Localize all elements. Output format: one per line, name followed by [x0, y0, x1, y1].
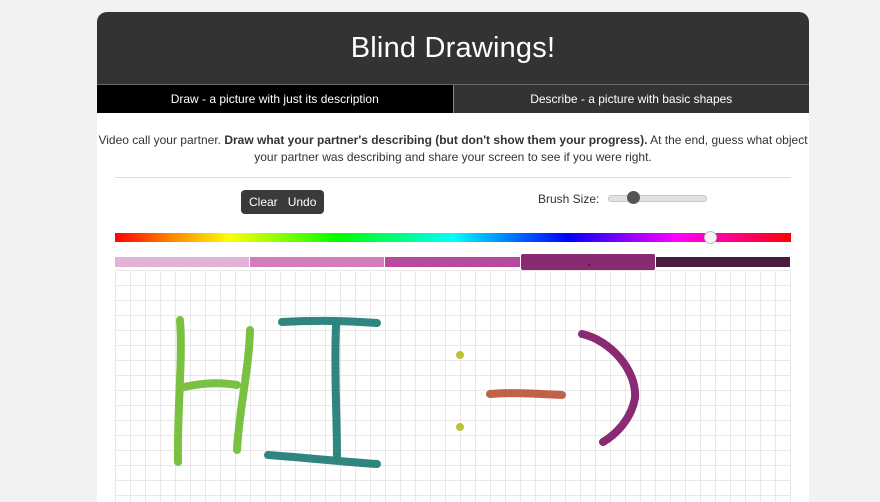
- mode-tabs: Draw - a picture with just its descripti…: [97, 84, 809, 113]
- shade-picker: [115, 254, 792, 270]
- tab-describe[interactable]: Describe - a picture with basic shapes: [452, 85, 809, 113]
- divider: [115, 177, 791, 178]
- canvas-actions: Clear Undo: [241, 190, 325, 214]
- shade-swatch[interactable]: [655, 257, 792, 267]
- undo-button[interactable]: Undo: [283, 190, 322, 214]
- instructions-part-3: At the end, guess what object: [647, 133, 808, 147]
- brush-size-slider[interactable]: [608, 191, 707, 204]
- shade-swatch[interactable]: [385, 257, 521, 267]
- hue-slider[interactable]: [115, 231, 791, 244]
- drawing-canvas[interactable]: [115, 270, 791, 502]
- instructions-part-1: Video call your partner.: [98, 133, 225, 147]
- letter-h-crossbar-stroke: [176, 379, 241, 392]
- app-header: Blind Drawings!: [97, 12, 809, 84]
- shade-swatch[interactable]: [520, 254, 656, 270]
- parenthesis-stroke: [578, 330, 640, 446]
- instructions-bold-part: Draw what your partner's describing (but…: [224, 133, 648, 147]
- app-title: Blind Drawings!: [350, 31, 556, 64]
- drawing-layer: [173, 316, 640, 468]
- app-card: Blind Drawings! Draw - a picture with ju…: [97, 12, 809, 502]
- colon-bottom-dot: [456, 423, 464, 431]
- letter-i-bottom-stroke: [264, 451, 381, 468]
- dash-stroke: [486, 389, 566, 399]
- brush-size-slider-thumb[interactable]: [627, 191, 640, 204]
- hue-slider-thumb[interactable]: [704, 231, 717, 244]
- letter-i-top-stroke: [278, 316, 381, 327]
- letter-h-right-stroke: [233, 326, 254, 454]
- instructions-text: Video call your partner. Draw what your …: [97, 132, 809, 166]
- colon-top-dot: [456, 351, 464, 359]
- clear-button[interactable]: Clear: [244, 190, 283, 214]
- instructions-line-2: your partner was describing and share yo…: [254, 150, 652, 164]
- brush-size-label: Brush Size:: [538, 192, 600, 206]
- letter-i-vertical-stroke: [331, 322, 341, 462]
- shade-swatch[interactable]: [250, 257, 386, 267]
- shade-swatch[interactable]: [115, 257, 251, 267]
- tab-draw[interactable]: Draw - a picture with just its descripti…: [97, 85, 453, 113]
- instructions-line-1: Video call your partner. Draw what your …: [97, 132, 809, 149]
